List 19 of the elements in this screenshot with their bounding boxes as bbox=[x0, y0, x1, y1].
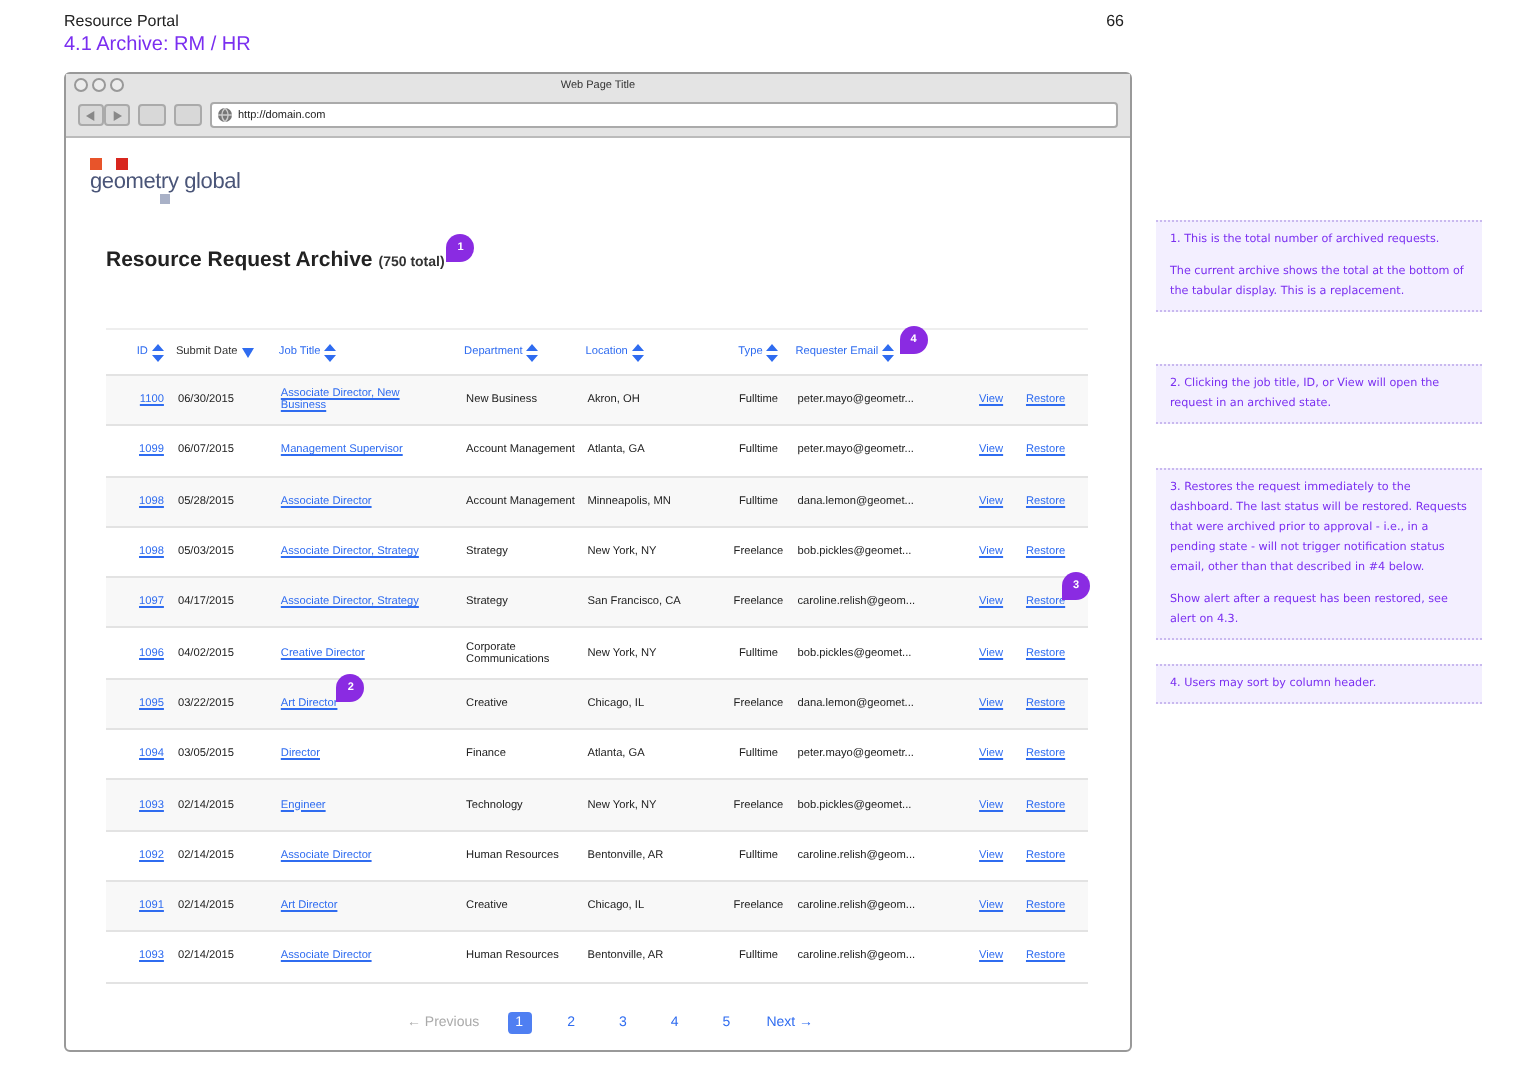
logo-text: geometry global bbox=[90, 170, 243, 194]
archive-heading: Resource Request Archive bbox=[106, 248, 373, 272]
page-title: 4.1 Archive: RM / HR bbox=[64, 34, 251, 56]
left-arrow-icon bbox=[86, 109, 96, 121]
sort-icon[interactable] bbox=[324, 343, 337, 361]
sort-icon[interactable] bbox=[631, 343, 644, 361]
sort-icon[interactable] bbox=[151, 343, 164, 361]
logo-squares-icon bbox=[90, 158, 130, 170]
right-arrow-icon bbox=[112, 109, 122, 121]
sort-descending-icon[interactable] bbox=[241, 347, 254, 357]
back-button[interactable] bbox=[78, 104, 104, 126]
logo-square-icon bbox=[160, 194, 170, 204]
sort-icon[interactable] bbox=[526, 343, 539, 361]
globe-icon bbox=[218, 108, 232, 122]
page-number: 66 bbox=[1106, 12, 1124, 30]
sort-icon[interactable] bbox=[882, 343, 895, 361]
forward-button[interactable] bbox=[104, 104, 130, 126]
portal-name: Resource Portal bbox=[64, 12, 181, 30]
sort-icon[interactable] bbox=[766, 343, 779, 361]
